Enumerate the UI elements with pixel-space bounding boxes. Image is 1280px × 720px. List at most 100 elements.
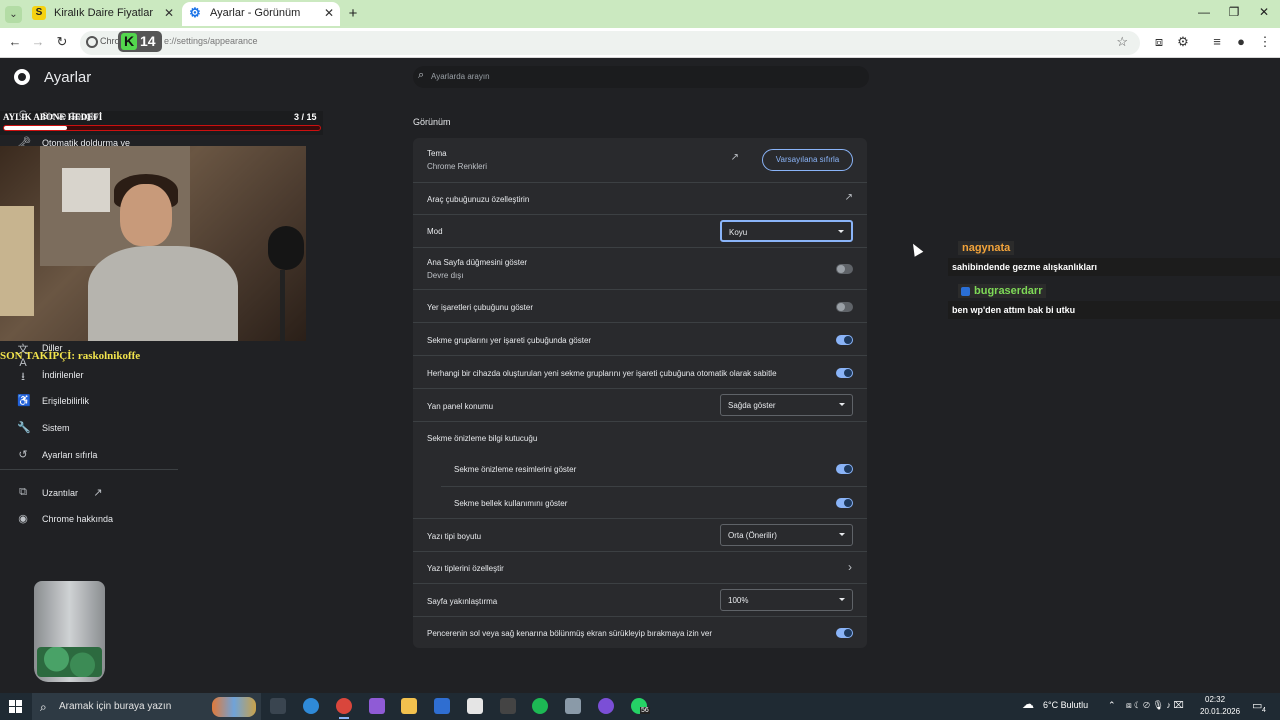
font-size-select[interactable]: Orta (Önerilir) (720, 524, 853, 546)
sidebar-item-uzantilar[interactable]: ⧉ Uzantılar ↗ (0, 484, 178, 504)
row-split-view: Pencerenin sol veya sağ kenarına bölünmü… (413, 616, 867, 648)
close-tab-icon[interactable]: ✕ (324, 2, 334, 24)
chat-badge-icon (961, 287, 970, 296)
mode-select[interactable]: Koyu (720, 220, 853, 242)
tab-ayarlar[interactable]: ⚙ Ayarlar - Görünüm ✕ (182, 2, 340, 26)
tab-strip: ⌄ S Kiralık Daire Fiyatları ve Kiralık E… (0, 0, 1280, 28)
reading-list-icon[interactable]: ≡ (1208, 34, 1226, 49)
row-label: Araç çubuğunuzu özelleştirin (427, 195, 530, 204)
reload-icon[interactable]: ↻ (53, 34, 71, 50)
tab-kiralik-daire[interactable]: S Kiralık Daire Fiyatları ve Kiralık E ✕ (26, 2, 180, 26)
webcam-poster (0, 206, 34, 316)
back-arrow-icon[interactable]: ← (6, 34, 24, 49)
taskbar-search-placeholder: Aramak için buraya yazın (59, 701, 172, 712)
bookmark-star-icon[interactable]: ☆ (1116, 34, 1128, 50)
home-button-toggle[interactable] (836, 264, 853, 274)
tab-search-button[interactable]: ⌄ (5, 6, 22, 23)
wrench-icon: 🔧 (17, 422, 31, 434)
row-sublabel: Chrome Renkleri (427, 162, 488, 171)
row-label: Yazı tiplerini özelleştir (427, 564, 504, 573)
chrome-logo-icon (14, 69, 30, 85)
sidebar-item-indirilenler[interactable]: ⭳ İndirilenler (0, 366, 178, 386)
close-tab-icon[interactable]: ✕ (164, 2, 174, 24)
webcam-air-conditioner (62, 168, 110, 212)
extensions-puzzle-icon[interactable]: ⚙ (1174, 34, 1192, 50)
obs-icon[interactable] (500, 698, 516, 714)
sidebar-item-label: Uzantılar (42, 488, 79, 498)
chevron-up-icon[interactable]: ⌃ (1108, 700, 1116, 711)
file-explorer-icon[interactable] (401, 698, 417, 714)
spotify-icon[interactable] (532, 698, 548, 714)
restore-icon[interactable]: ❐ (1226, 5, 1242, 19)
row-customize-fonts[interactable]: Yazı tiplerini özelleştir › (413, 551, 867, 583)
row-tab-groups: Sekme gruplarını yer işareti çubuğunda g… (413, 322, 867, 355)
search-icon: ⌕ (418, 69, 425, 81)
pin-tab-groups-toggle[interactable] (836, 368, 853, 378)
clock-date[interactable]: 20.01.2026 (1200, 707, 1240, 716)
new-tab-plus-icon[interactable]: + (346, 5, 360, 22)
row-label: Sekme önizleme bilgi kutucuğu (427, 434, 538, 443)
tab-label: Kiralık Daire Fiyatları ve Kiralık E (54, 7, 154, 19)
dropdown-caret-icon (839, 598, 845, 601)
edge-icon[interactable] (303, 698, 319, 714)
sub-goal-progress-track (3, 125, 321, 131)
webcam-overlay (0, 146, 306, 341)
screenshot-extension-icon[interactable]: ⧈ (1150, 34, 1168, 50)
profile-avatar-icon[interactable]: ● (1232, 34, 1250, 49)
notification-icon[interactable]: ▭ (1252, 699, 1262, 712)
dropdown-caret-icon (838, 230, 844, 233)
search-highlight-image (212, 697, 256, 717)
row-pin-tab-groups: Herhangi bir cihazda oluşturulan yeni se… (413, 355, 867, 388)
select-value: Orta (Önerilir) (728, 531, 777, 540)
menu-kebab-icon[interactable]: ⋮ (1256, 34, 1274, 50)
row-bookmarks-bar: Yer işaretleri çubuğunu göster (413, 289, 867, 322)
row-label: Ana Sayfa düğmesini göster (427, 258, 528, 267)
windows-start-icon[interactable] (9, 700, 22, 713)
forward-arrow-icon[interactable]: → (29, 34, 47, 49)
chat-username: bugraserdarr (958, 284, 1047, 298)
sidebar-item-erisilebilirlik[interactable]: ♿ Erişilebilirlik (0, 392, 178, 412)
split-view-toggle[interactable] (836, 628, 853, 638)
download-icon: ⭳ (21, 371, 25, 383)
whatsapp-unread-badge: 56 (640, 707, 650, 714)
external-link-icon[interactable]: ↗ (731, 152, 739, 163)
page-zoom-select[interactable]: 100% (720, 589, 853, 611)
bookmarks-bar-toggle[interactable] (836, 302, 853, 312)
row-customize-toolbar[interactable]: Araç çubuğunuzu özelleştirin ↗ (413, 182, 867, 214)
taskbar-search-input[interactable]: ⌕ Aramak için buraya yazın (32, 693, 261, 720)
task-view-icon[interactable] (270, 698, 286, 714)
app-icon[interactable] (565, 698, 581, 714)
row-label: Mod (427, 227, 443, 236)
row-hover-card: Sekme önizleme bilgi kutucuğu (413, 421, 867, 453)
external-link-icon[interactable]: ↗ (845, 192, 853, 203)
address-bar[interactable]: Chrome e://settings/appearance ☆ (80, 31, 1140, 55)
store-icon[interactable] (467, 698, 483, 714)
close-window-icon[interactable]: ✕ (1256, 5, 1272, 19)
reset-to-default-button[interactable]: Varsayılana sıfırla (762, 149, 853, 171)
chat-message-text: ben wp'den attım bak bi utku (948, 301, 1280, 319)
sidebar-item-sistem[interactable]: 🔧 Sistem (0, 419, 178, 439)
sidebar-item-chrome-hakkinda[interactable]: ◉ Chrome hakkında (0, 510, 178, 530)
hover-memory-toggle[interactable] (836, 498, 853, 508)
notification-count: 4 (1262, 707, 1266, 714)
side-panel-select[interactable]: Sağda göster (720, 394, 853, 416)
page-title: Ayarlar (44, 69, 92, 86)
chat-username: nagynata (958, 241, 1015, 255)
tray-icons[interactable]: ⧈ ☾ ⊘ 🎙 ♪ ⌧ (1126, 700, 1184, 711)
outlook-icon[interactable] (434, 698, 450, 714)
hover-images-toggle[interactable] (836, 464, 853, 474)
minimize-icon[interactable]: — (1196, 5, 1212, 19)
weather-text[interactable]: 6°C Bulutlu (1043, 700, 1088, 710)
row-label: Sekme bellek kullanımını göster (454, 499, 568, 508)
app-icon[interactable] (598, 698, 614, 714)
settings-search-input[interactable]: ⌕ Ayarlarda arayın (413, 66, 869, 88)
accessibility-icon: ♿ (17, 395, 31, 407)
stream-logo-badge: K 14 (118, 31, 162, 52)
sidebar-item-label: İndirilenler (42, 370, 84, 380)
copilot-icon[interactable] (369, 698, 385, 714)
chrome-taskbar-icon[interactable] (336, 698, 352, 719)
select-value: Koyu (729, 228, 748, 237)
clock-time[interactable]: 02:32 (1205, 695, 1225, 704)
tab-groups-toggle[interactable] (836, 335, 853, 345)
sidebar-item-ayarlari-sifirla[interactable]: ↺ Ayarları sıfırla (0, 446, 178, 466)
